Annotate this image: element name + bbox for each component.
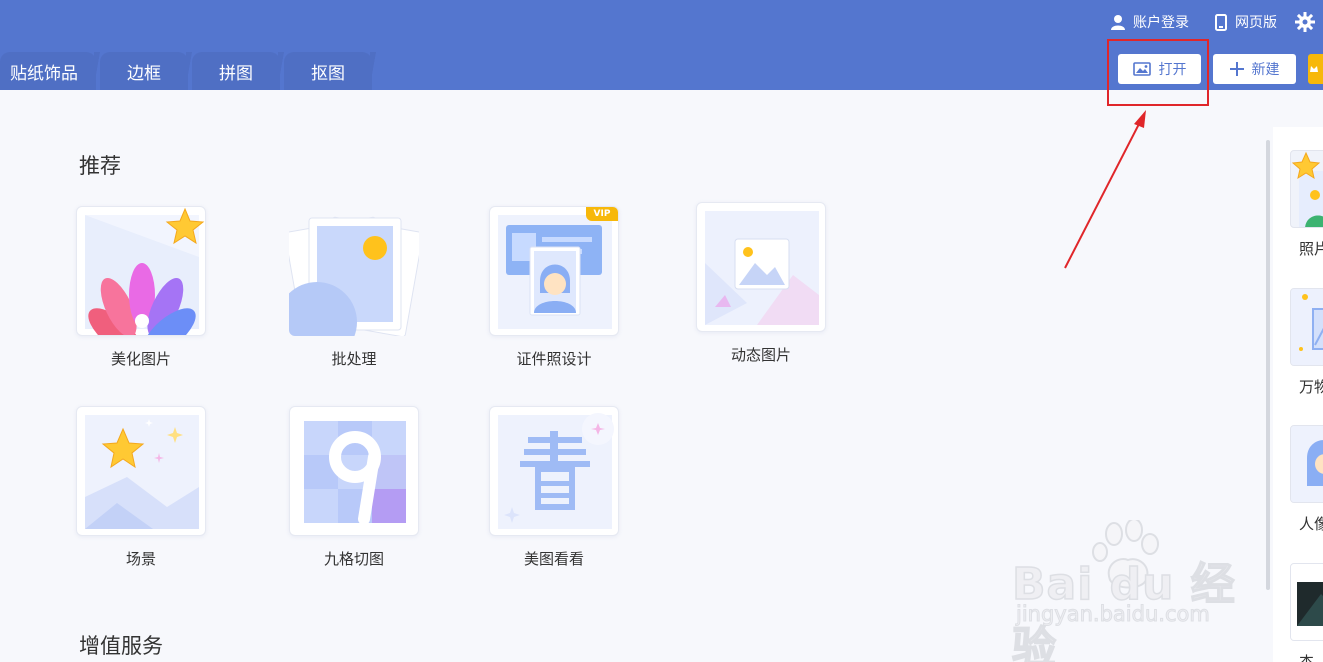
tab-collage[interactable]: 拼图 — [192, 52, 286, 90]
account-login-link[interactable]: 账户登录 — [1111, 12, 1189, 32]
photo-thumb — [1290, 150, 1323, 228]
card-id-photo[interactable]: VIP 证件照设计 — [486, 206, 622, 369]
dynamic-image-icon — [705, 211, 819, 325]
right-panel-label: 人像 — [1299, 515, 1323, 533]
viewer-icon — [498, 413, 614, 529]
card-beautify[interactable]: 美化图片 — [73, 206, 209, 369]
id-photo-icon — [498, 215, 612, 329]
tab-frames[interactable]: 边框 — [100, 52, 194, 90]
open-button[interactable]: 打开 — [1118, 54, 1201, 84]
watermark-url: jingyan.baidu.com — [1016, 602, 1211, 627]
all-thumb — [1290, 288, 1323, 366]
portrait-icon — [1291, 426, 1323, 502]
right-panel-scrollbar[interactable] — [1266, 140, 1270, 590]
portrait-thumb — [1290, 425, 1323, 503]
batch-thumb — [289, 206, 419, 336]
right-panel-item-photo[interactable]: 照片 — [1290, 150, 1323, 259]
main-tabs: 贴纸饰品 边框 拼图 抠图 — [0, 52, 378, 90]
right-panel-label: 万物 — [1299, 378, 1323, 396]
annotation-arrow — [1064, 110, 1146, 269]
top-links: 账户登录 网页版 — [1085, 10, 1323, 34]
right-panel-label: 照片 — [1299, 240, 1323, 258]
scene-thumb — [76, 406, 206, 536]
new-button[interactable]: 新建 — [1213, 54, 1296, 84]
card-nine-grid[interactable]: 九格切图 — [286, 406, 422, 569]
right-panel-item-portrait[interactable]: 人像 — [1290, 425, 1323, 534]
card-meitu-viewer[interactable]: 美图看看 — [486, 406, 622, 569]
watermark-brand: Bai du 经验 — [1011, 558, 1236, 662]
app-header: 账户登录 网页版 贴纸饰品 边框 拼图 抠图 打开 新建 — [0, 0, 1323, 90]
section-title-recommend: 推荐 — [79, 154, 121, 178]
card-label: 批处理 — [331, 350, 377, 368]
scene-icon — [85, 415, 199, 529]
card-dynamic[interactable]: 动态图片 — [693, 202, 829, 365]
vip-badge: VIP — [586, 207, 618, 221]
gear-icon — [1295, 12, 1315, 32]
card-label: 九格切图 — [323, 550, 384, 568]
card-batch[interactable]: 批处理 — [286, 206, 422, 369]
right-panel-item-more[interactable]: 杰 — [1290, 563, 1323, 662]
web-version-link[interactable]: 网页版 — [1215, 12, 1277, 32]
crown-icon — [1310, 66, 1318, 72]
tab-stickers[interactable]: 贴纸饰品 — [0, 52, 102, 90]
baidu-jingyan-watermark: Bai du 经验 jingyan.baidu.com — [1011, 520, 1257, 662]
right-panel-label: 杰 — [1299, 653, 1315, 662]
photo-stack-icon — [289, 216, 419, 336]
dynamic-thumb — [696, 202, 826, 332]
id-photo-thumb: VIP — [489, 206, 619, 336]
vip-button[interactable] — [1308, 54, 1323, 84]
beautify-thumb — [76, 206, 206, 336]
plus-icon — [1229, 62, 1244, 76]
web-version-label: 网页版 — [1235, 15, 1277, 31]
tab-cutout[interactable]: 抠图 — [284, 52, 378, 90]
card-label: 证件照设计 — [516, 350, 592, 368]
card-label: 场景 — [125, 550, 156, 568]
section-title-value-services: 增值服务 — [79, 634, 163, 658]
paw-icon — [1092, 520, 1159, 589]
star-icon — [1291, 151, 1323, 227]
frame-icon — [1291, 289, 1323, 365]
card-label: 动态图片 — [730, 346, 791, 364]
right-panel-item-all[interactable]: 万物 — [1290, 288, 1323, 397]
new-button-label: 新建 — [1251, 62, 1280, 78]
image-icon — [1132, 62, 1151, 76]
dark-image-icon — [1291, 564, 1323, 640]
nine-grid-thumb — [289, 406, 419, 536]
card-label: 美化图片 — [110, 350, 171, 368]
account-login-label: 账户登录 — [1133, 15, 1189, 31]
settings-button[interactable] — [1295, 12, 1323, 32]
phone-icon — [1215, 13, 1227, 31]
flower-icon — [85, 207, 205, 335]
meitu-viewer-thumb — [489, 406, 619, 536]
nine-grid-icon — [304, 421, 406, 525]
card-label: 美图看看 — [523, 550, 584, 568]
more-thumb — [1290, 563, 1323, 641]
card-scene[interactable]: 场景 — [73, 406, 209, 569]
user-icon — [1111, 15, 1125, 30]
open-button-label: 打开 — [1158, 62, 1187, 78]
